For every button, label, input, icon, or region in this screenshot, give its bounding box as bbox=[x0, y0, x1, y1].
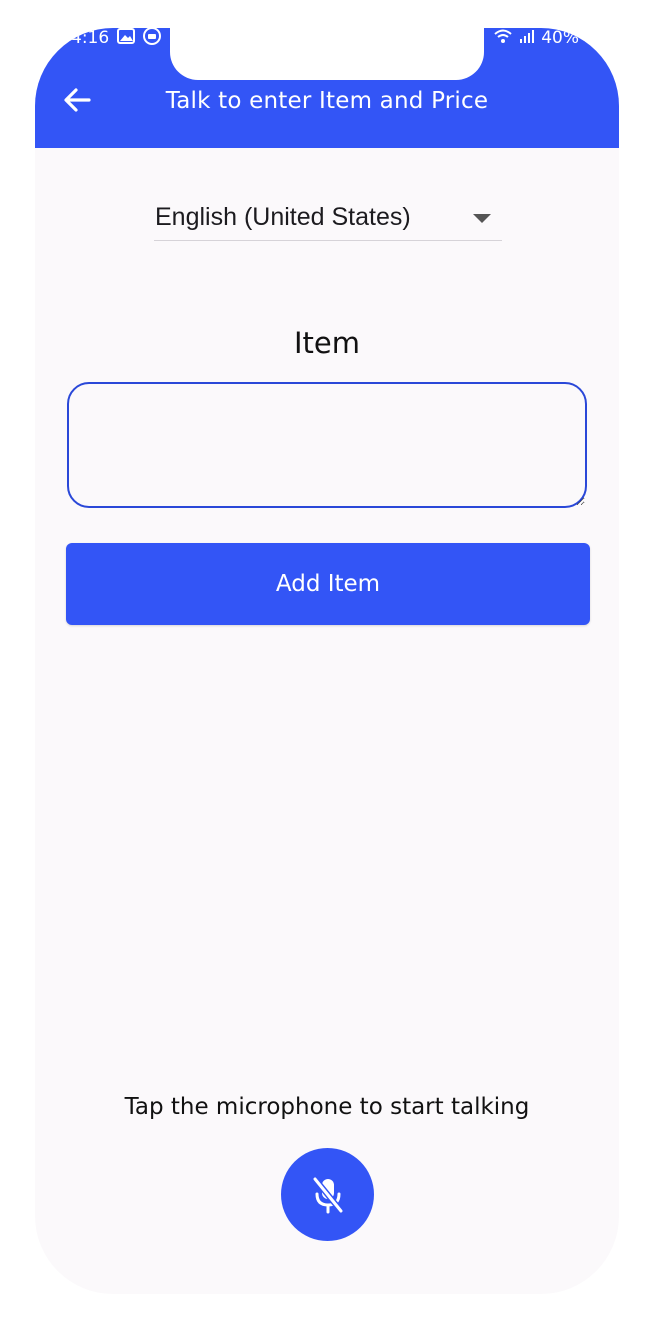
item-input[interactable] bbox=[67, 382, 587, 508]
status-bar-right: 40% bbox=[493, 28, 579, 48]
app-bar: 4:16 40% Talk to enter Item and Price bbox=[35, 28, 619, 148]
mic-off-icon bbox=[311, 1175, 344, 1214]
image-notification-icon bbox=[117, 28, 136, 49]
language-selected-value: English (United States) bbox=[155, 202, 411, 231]
battery-level: 40% bbox=[541, 28, 579, 48]
page-title: Talk to enter Item and Price bbox=[165, 88, 489, 114]
signal-icon bbox=[519, 28, 535, 49]
item-label: Item bbox=[293, 326, 360, 360]
wifi-icon bbox=[493, 28, 513, 49]
microphone-hint: Tap the microphone to start talking bbox=[124, 1094, 530, 1120]
camera-notch bbox=[170, 28, 484, 80]
phone-screen: 4:16 40% Talk to enter Item and Price En… bbox=[35, 28, 619, 1294]
language-dropdown[interactable]: English (United States) bbox=[154, 194, 502, 241]
dropdown-arrow-icon bbox=[473, 214, 491, 223]
car-notification-icon bbox=[143, 28, 162, 50]
add-item-button[interactable]: Add Item bbox=[66, 543, 590, 625]
status-time: 4:16 bbox=[71, 28, 110, 48]
microphone-button[interactable] bbox=[281, 1148, 374, 1241]
status-bar-left: 4:16 bbox=[71, 28, 162, 50]
